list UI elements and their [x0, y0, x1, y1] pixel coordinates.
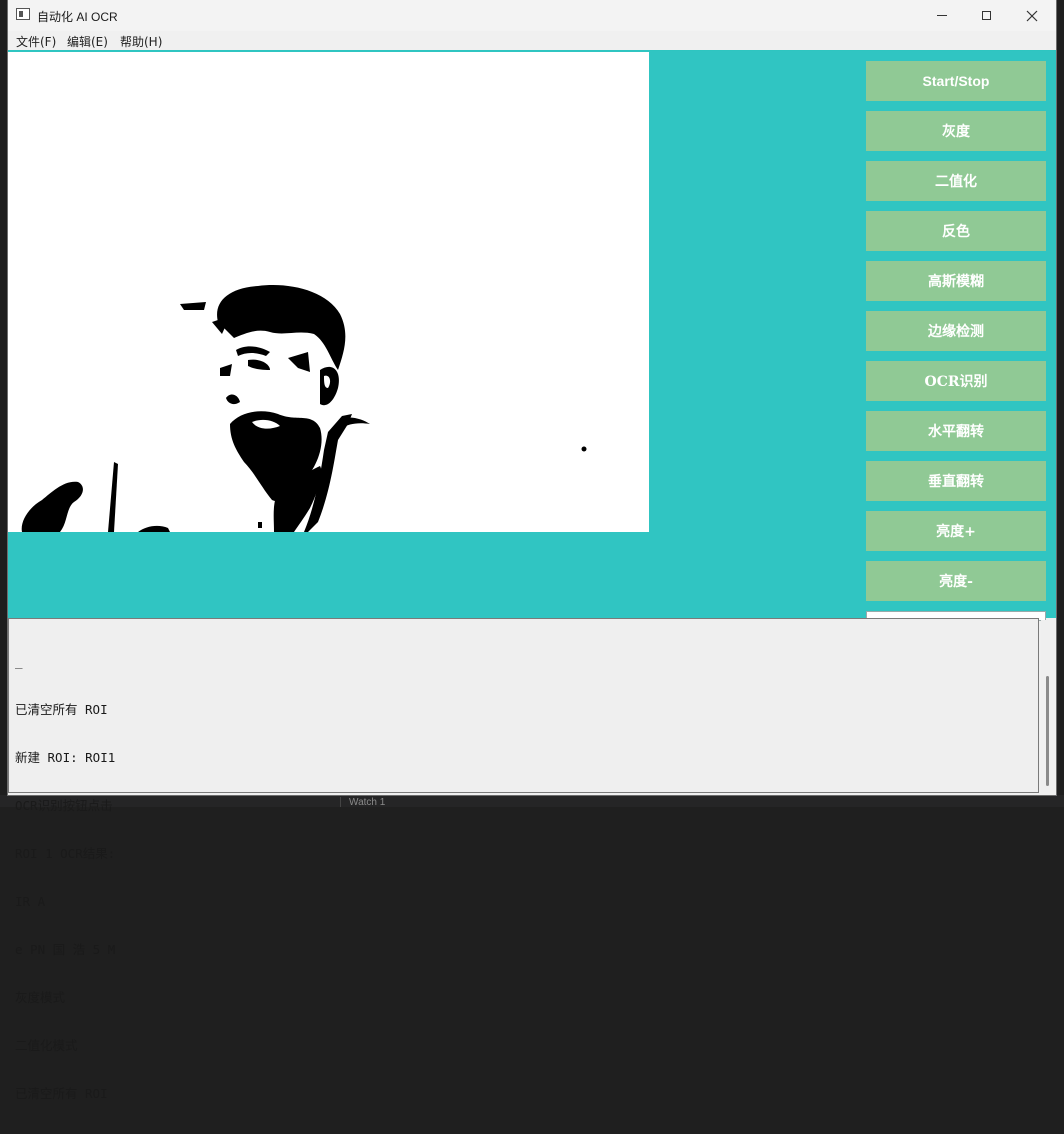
- app-window-icon: [16, 8, 30, 20]
- close-icon: [1026, 10, 1038, 21]
- log-line: OCR识别按钮点击: [15, 798, 113, 813]
- log-scrollbar[interactable]: [1041, 620, 1055, 793]
- app-window: 自动化 AI OCR 文件(F) 编辑(E) 帮助(H) Start/Stop …: [8, 0, 1056, 1101]
- log-line: 已清空所有 ROI: [15, 1086, 108, 1101]
- log-line: IR A: [15, 894, 46, 909]
- main-client-area: Start/Stop 灰度 二值化 反色 高斯模糊 边缘检测 OCR识别 水平翻…: [8, 51, 1056, 621]
- menu-bar: 文件(F) 编辑(E) 帮助(H): [8, 31, 1056, 51]
- gaussian-blur-button[interactable]: 高斯模糊: [866, 261, 1046, 301]
- brightness-up-button[interactable]: 亮度+: [866, 511, 1046, 551]
- grayscale-button[interactable]: 灰度: [866, 111, 1046, 151]
- ocr-button[interactable]: OCR识别: [866, 361, 1046, 401]
- video-preview[interactable]: [8, 52, 649, 532]
- background-panel: [0, 795, 1064, 807]
- menu-file[interactable]: 文件(F): [16, 33, 56, 50]
- background-editor-right: [1056, 0, 1064, 807]
- vertical-flip-button[interactable]: 垂直翻转: [866, 461, 1046, 501]
- background-watch-tab[interactable]: Watch 1: [349, 797, 385, 808]
- menu-help[interactable]: 帮助(H): [120, 33, 162, 50]
- log-line: e PN 国 浩 5 M: [15, 942, 116, 957]
- window-title: 自动化 AI OCR: [37, 10, 118, 24]
- log-line: 新建 ROI: ROI1: [15, 750, 116, 765]
- maximize-button[interactable]: [963, 0, 1009, 31]
- log-line: 已清空所有 ROI: [15, 702, 108, 717]
- start-stop-button[interactable]: Start/Stop: [866, 61, 1046, 101]
- log-lines: _ 已清空所有 ROI 新建 ROI: ROI1 OCR识别按钮点击 ROI 1…: [15, 622, 115, 1134]
- edge-detect-button[interactable]: 边缘检测: [866, 311, 1046, 351]
- log-line: 灰度模式: [15, 990, 66, 1005]
- brightness-down-button[interactable]: 亮度-: [866, 561, 1046, 601]
- maximize-icon: [981, 11, 991, 20]
- horizontal-flip-button[interactable]: 水平翻转: [866, 411, 1046, 451]
- log-line: 二值化模式: [15, 1038, 78, 1053]
- log-line: ROI 1 OCR结果:: [15, 846, 116, 861]
- binarize-button[interactable]: 二值化: [866, 161, 1046, 201]
- background-editor-left: [0, 0, 8, 807]
- log-output[interactable]: _ 已清空所有 ROI 新建 ROI: ROI1 OCR识别按钮点击 ROI 1…: [8, 618, 1039, 1101]
- minimize-button[interactable]: [919, 0, 965, 31]
- binary-frame-image: [21, 285, 587, 532]
- scrollbar-thumb[interactable]: [1046, 676, 1049, 786]
- log-line: _: [15, 654, 23, 669]
- invert-button[interactable]: 反色: [866, 211, 1046, 251]
- minimize-icon: [937, 15, 947, 16]
- title-bar[interactable]: 自动化 AI OCR: [8, 0, 1056, 31]
- menu-edit[interactable]: 编辑(E): [67, 33, 108, 50]
- close-button[interactable]: [1009, 0, 1055, 31]
- background-separator: [340, 797, 341, 807]
